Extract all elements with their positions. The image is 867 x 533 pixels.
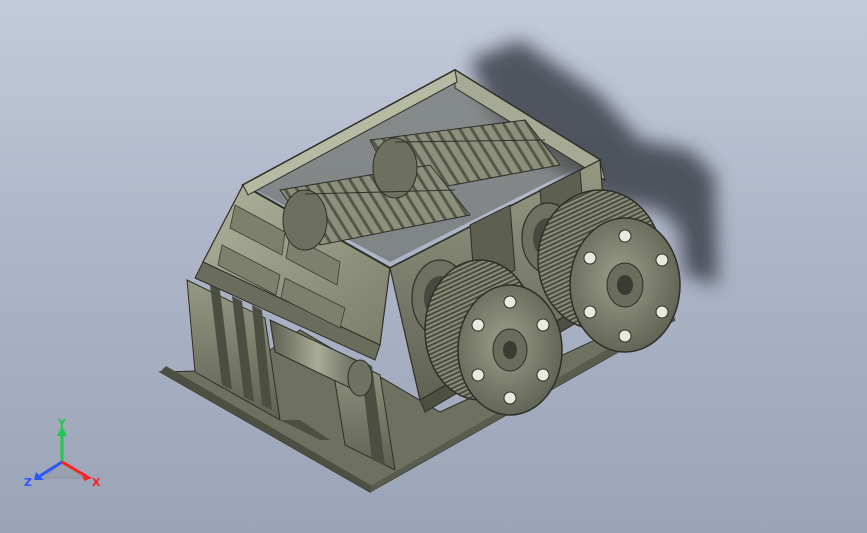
orientation-triad[interactable]: Y Z X [22,418,108,494]
x-axis-arrow-icon [82,472,92,481]
model-viewport[interactable] [0,0,867,533]
x-axis-label: X [92,476,101,489]
y-axis-label: Y [57,418,67,430]
z-axis-label: Z [24,476,32,489]
